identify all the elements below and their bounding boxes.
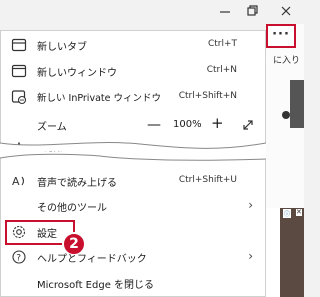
zoom-level: 100% <box>173 119 202 130</box>
read-aloud-icon: A <box>11 173 27 189</box>
zoom-in-button[interactable]: + <box>211 116 224 131</box>
chevron-right-icon: › <box>248 198 253 212</box>
fullscreen-icon[interactable] <box>241 117 255 136</box>
restore-icon[interactable] <box>245 4 259 18</box>
favorites-partial-text: に入り <box>273 56 301 66</box>
page-image-fragment <box>290 80 304 128</box>
new-window-icon <box>11 63 27 79</box>
menu-item-label: 新しいウィンドウ <box>37 68 117 79</box>
zoom-out-button[interactable]: — <box>147 118 161 132</box>
close-window-icon[interactable] <box>279 4 293 18</box>
torn-edge-divider <box>0 142 266 161</box>
menu-item-label: 音声で読み上げる <box>37 178 117 189</box>
settings-and-more-button[interactable]: ··· <box>266 24 296 48</box>
menu-item-more-tools[interactable]: その他のツール › <box>1 193 265 219</box>
puzzle-icon <box>280 106 292 125</box>
svg-text:A: A <box>12 175 20 188</box>
menu-item-label: Microsoft Edge を閉じる <box>37 280 155 291</box>
zoom-label: ズーム <box>37 122 67 133</box>
inprivate-icon <box>11 89 27 105</box>
help-icon: ? <box>11 249 27 265</box>
menu-item-label: その他のツール <box>37 203 107 214</box>
menu-item-new-window[interactable]: 新しいウィンドウ Ctrl+N <box>1 58 265 84</box>
menu-item-label: ヘルプとフィードバック <box>37 254 147 265</box>
menu-item-shortcut: Ctrl+T <box>207 39 237 49</box>
menu-item-close-edge[interactable]: Microsoft Edge を閉じる <box>1 270 265 296</box>
menu-item-read-aloud[interactable]: A 音声で読み上げる Ctrl+Shift+U <box>1 168 265 194</box>
menu-item-new-tab[interactable]: 新しいタブ Ctrl+T <box>1 32 265 58</box>
menu-item-zoom: ズーム — 100% + <box>1 108 265 140</box>
title-bar <box>0 0 304 24</box>
ad-close-icon[interactable]: ✕ <box>296 209 302 216</box>
menu-item-shortcut: Ctrl+Shift+U <box>178 175 237 185</box>
menu-item-shortcut: Ctrl+N <box>206 65 237 75</box>
svg-text:?: ? <box>16 254 21 264</box>
new-tab-icon <box>11 37 27 53</box>
menu-item-label: 新しいタブ <box>37 42 87 53</box>
minimize-icon[interactable] <box>218 4 232 18</box>
menu-item-help[interactable]: ? ヘルプとフィードバック › <box>1 244 265 270</box>
ad-info-icon[interactable]: ⓘ <box>283 209 292 218</box>
ad-white-area <box>266 208 280 297</box>
chevron-right-icon: › <box>248 249 253 263</box>
menu-item-new-inprivate[interactable]: 新しい InPrivate ウィンドウ Ctrl+Shift+N <box>1 84 265 110</box>
menu-item-shortcut: Ctrl+Shift+N <box>178 91 237 101</box>
menu-item-label: 新しい InPrivate ウィンドウ <box>37 93 161 104</box>
